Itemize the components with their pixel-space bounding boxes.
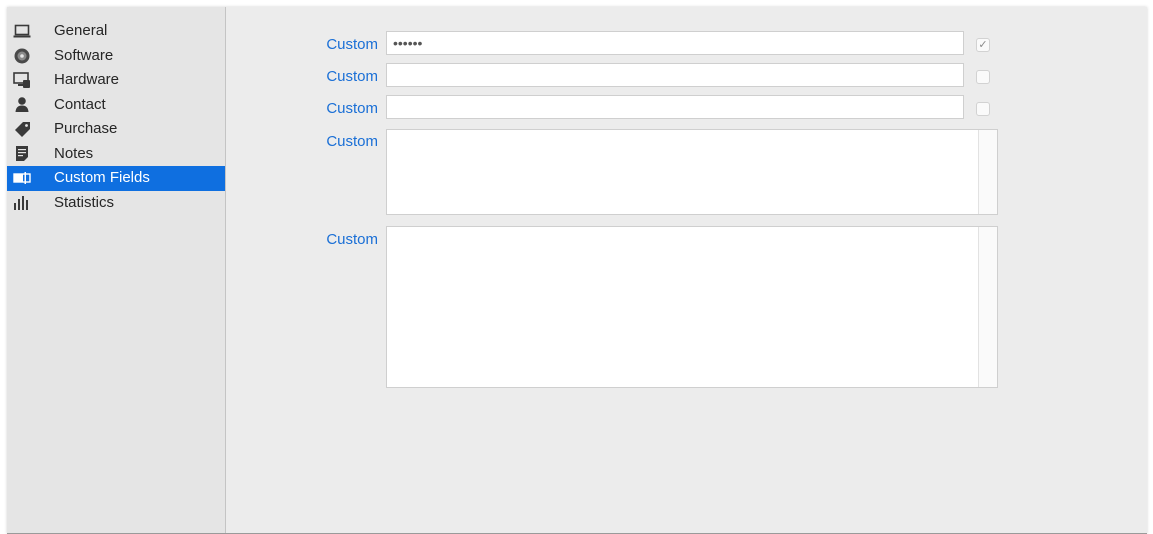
custom-field-3-input[interactable] bbox=[386, 95, 964, 119]
custom-field-5-textarea[interactable] bbox=[386, 226, 998, 388]
custom-field-5-label: Custom bbox=[326, 231, 378, 248]
laptop-icon bbox=[13, 22, 31, 40]
sidebar-item-hardware[interactable]: Hardware bbox=[7, 68, 225, 93]
sidebar-item-label: General bbox=[54, 22, 108, 40]
sidebar-item-software[interactable]: Software bbox=[7, 44, 225, 69]
sidebar-item-label: Contact bbox=[54, 95, 106, 113]
sidebar-item-purchase[interactable]: Purchase bbox=[7, 117, 225, 142]
app-window: General Software Hardware Contact Purcha… bbox=[7, 7, 1147, 534]
sidebar-item-label: Hardware bbox=[54, 71, 120, 89]
custom-field-1-input[interactable]: •••••• bbox=[386, 31, 964, 55]
bar-chart-icon bbox=[13, 194, 31, 212]
sidebar-item-label: Custom Fields bbox=[54, 169, 150, 187]
custom-field-1-label: Custom bbox=[326, 36, 378, 53]
sidebar-item-notes[interactable]: Notes bbox=[7, 142, 225, 167]
checkmark-icon: ✓ bbox=[978, 39, 988, 51]
custom-field-4-label: Custom bbox=[326, 133, 378, 150]
tag-icon bbox=[13, 120, 31, 138]
disc-icon bbox=[13, 47, 31, 65]
monitor-icon bbox=[13, 71, 31, 89]
sidebar-item-label: Software bbox=[54, 46, 114, 64]
custom-field-2-checkbox[interactable] bbox=[976, 70, 990, 84]
custom-fields-panel: Custom •••••• ✓ Custom Custom Custom Cus… bbox=[226, 7, 1147, 533]
custom-field-3-checkbox[interactable] bbox=[976, 102, 990, 116]
custom-fields-icon bbox=[13, 169, 31, 187]
sidebar-item-contact[interactable]: Contact bbox=[7, 93, 225, 118]
custom-field-4-scrollbar[interactable] bbox=[978, 130, 997, 214]
custom-field-4-textarea[interactable] bbox=[386, 129, 998, 215]
custom-field-1-checkbox[interactable]: ✓ bbox=[976, 38, 990, 52]
sidebar-item-statistics[interactable]: Statistics bbox=[7, 191, 225, 216]
person-icon bbox=[13, 96, 31, 114]
sidebar-item-general[interactable]: General bbox=[7, 19, 225, 44]
sidebar-item-label: Purchase bbox=[54, 120, 118, 138]
sidebar-item-custom-fields[interactable]: Custom Fields bbox=[7, 166, 225, 191]
custom-field-5-scrollbar[interactable] bbox=[978, 227, 997, 387]
sidebar-item-label: Notes bbox=[54, 144, 94, 162]
sidebar-list: General Software Hardware Contact Purcha… bbox=[7, 19, 225, 215]
sidebar-item-label: Statistics bbox=[54, 193, 115, 211]
custom-field-2-label: Custom bbox=[326, 68, 378, 85]
notes-icon bbox=[13, 145, 31, 163]
sidebar: General Software Hardware Contact Purcha… bbox=[7, 7, 226, 533]
custom-field-3-label: Custom bbox=[326, 100, 378, 117]
custom-field-2-input[interactable] bbox=[386, 63, 964, 87]
